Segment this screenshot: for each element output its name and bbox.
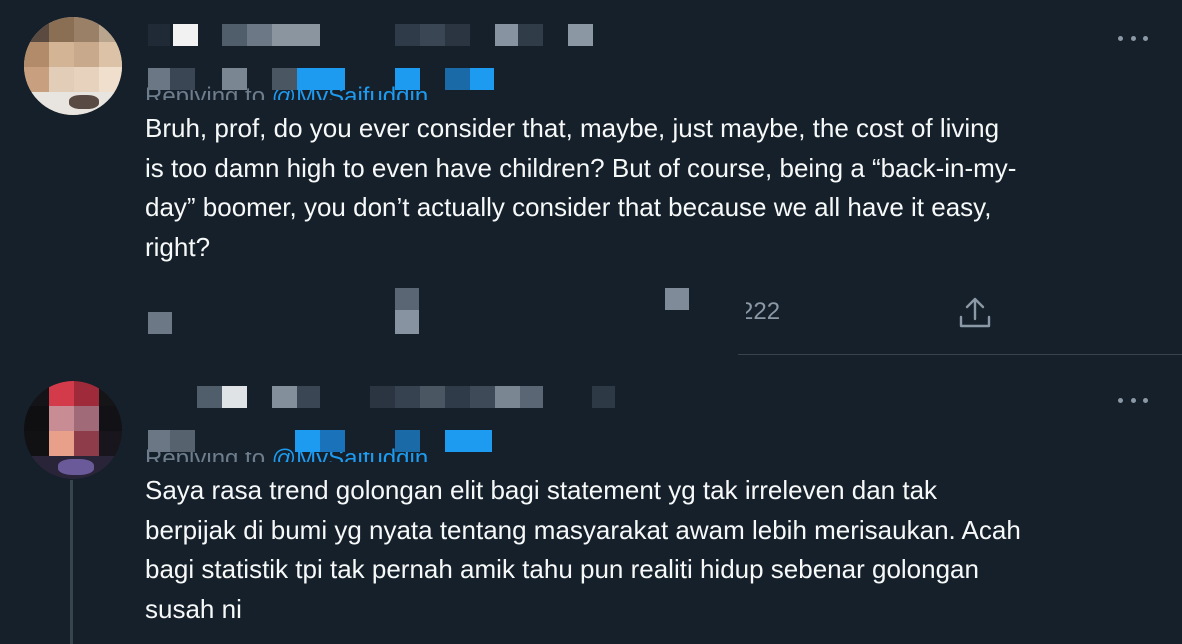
like-icon-redacted[interactable] <box>665 288 689 310</box>
thread-connector-line <box>70 480 73 644</box>
retweet-icon-redacted[interactable] <box>395 288 419 310</box>
avatar[interactable] <box>24 381 122 479</box>
handle-redacted[interactable] <box>272 386 297 408</box>
tweet-text: Bruh, prof, do you ever consider that, m… <box>145 113 1017 262</box>
reply-icon-redacted[interactable] <box>148 312 172 334</box>
more-options-icon[interactable] <box>1118 28 1148 48</box>
avatar[interactable] <box>24 17 122 115</box>
timestamp-redacted[interactable] <box>495 24 518 46</box>
tweet-text: Saya rasa trend golongan elit bagi state… <box>145 475 1021 624</box>
display-name-redacted[interactable] <box>197 386 222 408</box>
divider <box>738 354 1182 355</box>
tweet-2[interactable]: Replying to @MySaifuddin Saya rasa trend… <box>0 356 1182 644</box>
like-count: 222 <box>740 298 781 325</box>
timestamp-redacted[interactable] <box>495 386 520 408</box>
tweet-1[interactable]: Replying to @MySaifuddin Bruh, prof, do … <box>0 0 1182 356</box>
handle-redacted[interactable] <box>222 24 247 46</box>
share-icon[interactable] <box>955 293 995 333</box>
display-name-redacted[interactable] <box>148 24 170 46</box>
verified-badge-redacted <box>173 24 198 46</box>
more-options-icon[interactable] <box>1118 390 1148 410</box>
